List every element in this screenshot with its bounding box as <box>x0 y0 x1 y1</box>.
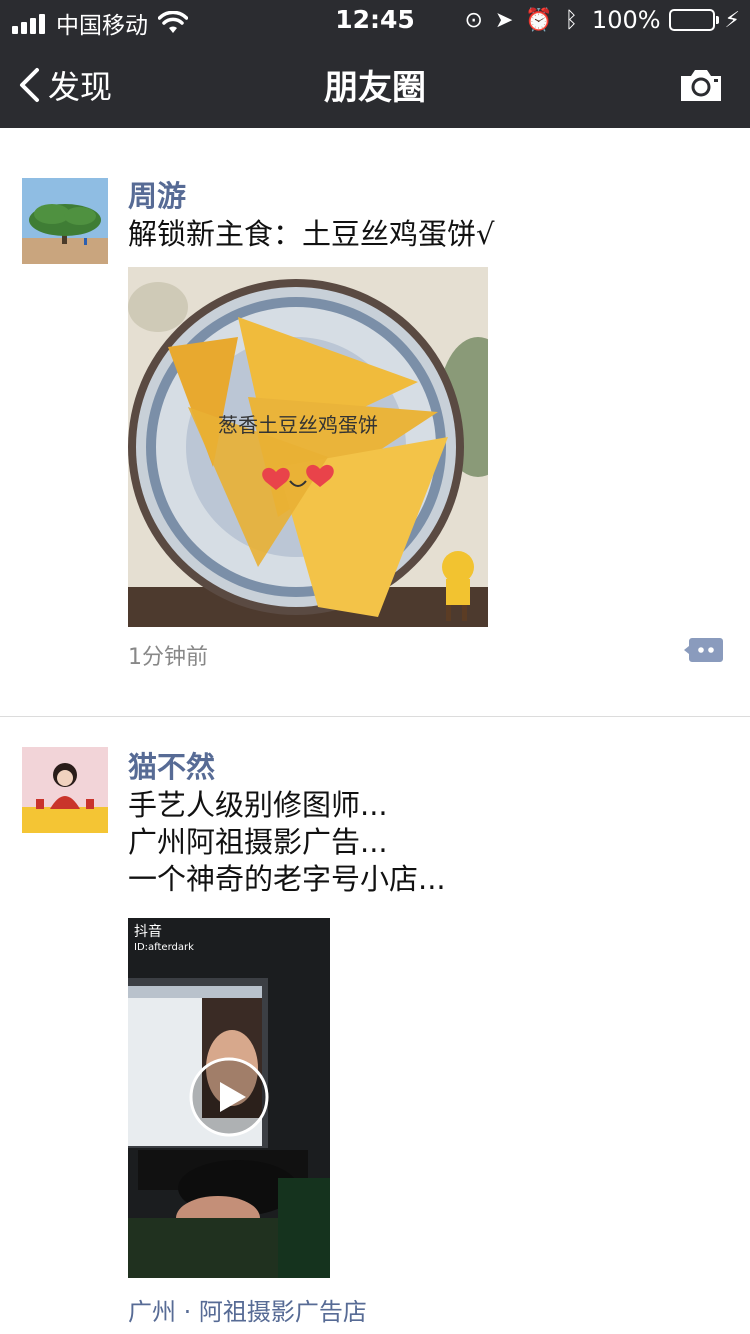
video-brand: 抖音 <box>134 924 162 940</box>
status-bar: 中国移动 12:45 ⊙ ➤ ⏰ ᛒ 100% ⚡ <box>0 0 750 40</box>
post-time: 1分钟前 <box>128 645 208 670</box>
post-text: 解锁新主食：土豆丝鸡蛋饼√ <box>128 217 495 251</box>
battery-icon <box>668 9 719 31</box>
play-icon[interactable] <box>188 1056 270 1138</box>
photo-caption: 葱香土豆丝鸡蛋饼 <box>218 413 378 437</box>
comment-icon[interactable] <box>684 635 724 665</box>
battery-percent: 100% <box>591 6 661 34</box>
chevron-left-icon <box>20 68 39 102</box>
orientation-lock-icon: ⊙ <box>464 7 483 33</box>
post-text: 手艺人级别修图师... 广州阿祖摄影广告... 一个神奇的老字号小店... <box>128 788 446 896</box>
bluetooth-icon: ᛒ <box>564 7 578 33</box>
moment-post: 周游 解锁新主食：土豆丝鸡蛋饼√ 葱香土豆丝鸡蛋饼 1分钟前 <box>0 128 750 717</box>
alarm-icon: ⏰ <box>525 7 553 33</box>
post-meta: 1分钟前 <box>128 627 726 687</box>
charging-icon: ⚡ <box>724 7 740 33</box>
camera-icon[interactable] <box>678 66 724 104</box>
username[interactable]: 猫不然 <box>128 747 726 787</box>
top-bar: 中国移动 12:45 ⊙ ➤ ⏰ ᛒ 100% ⚡ 发现 朋友圈 <box>0 0 750 128</box>
back-button[interactable]: 发现 <box>18 62 112 108</box>
back-label: 发现 <box>48 68 113 106</box>
nav-bar: 发现 朋友圈 <box>0 40 750 128</box>
post-content: 猫不然 手艺人级别修图师... 广州阿祖摄影广告... 一个神奇的老字号小店..… <box>128 717 726 1327</box>
moments-feed: 周游 解锁新主食：土豆丝鸡蛋饼√ 葱香土豆丝鸡蛋饼 1分钟前 猫不然 手艺人级别… <box>0 128 750 1327</box>
avatar[interactable] <box>22 178 108 264</box>
video-watermark: 抖音 ID:afterdark <box>134 924 194 956</box>
post-location[interactable]: 广州 · 阿祖摄影广告店 <box>128 1292 726 1327</box>
status-right: ⊙ ➤ ⏰ ᛒ 100% ⚡ <box>452 6 740 34</box>
video-id: ID:afterdark <box>134 942 194 953</box>
username[interactable]: 周游 <box>128 176 726 216</box>
moment-post: 猫不然 手艺人级别修图师... 广州阿祖摄影广告... 一个神奇的老字号小店..… <box>0 717 750 1327</box>
post-photo[interactable]: 葱香土豆丝鸡蛋饼 <box>128 267 488 627</box>
location-icon: ➤ <box>494 7 514 33</box>
avatar[interactable] <box>22 747 108 833</box>
page-title: 朋友圈 <box>324 68 426 108</box>
post-video[interactable]: 抖音 ID:afterdark <box>128 918 330 1278</box>
post-content: 周游 解锁新主食：土豆丝鸡蛋饼√ 葱香土豆丝鸡蛋饼 1分钟前 <box>128 128 726 687</box>
